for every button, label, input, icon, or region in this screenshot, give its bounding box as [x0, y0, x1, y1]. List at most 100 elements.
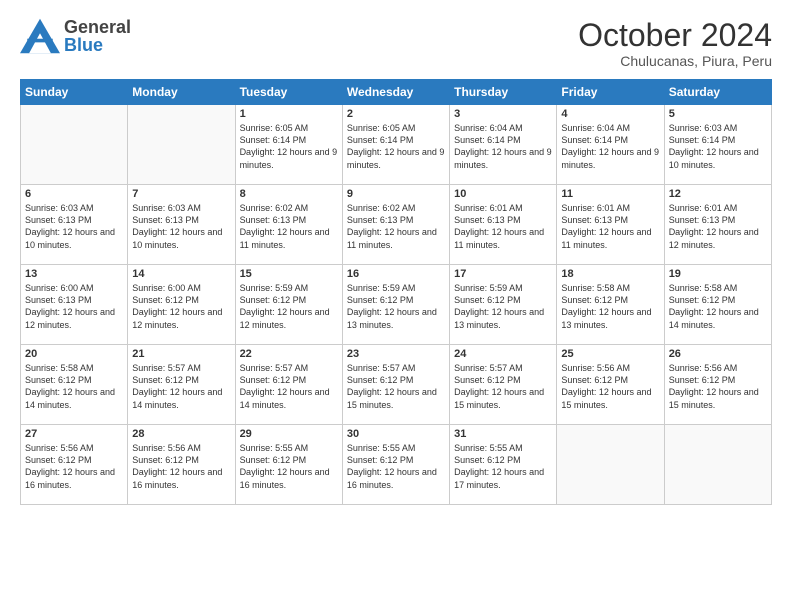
day-number: 12: [669, 188, 767, 200]
day-number: 31: [454, 428, 552, 440]
day-number: 9: [347, 188, 445, 200]
day-number: 15: [240, 268, 338, 280]
calendar-cell: 20 Sunrise: 5:58 AM Sunset: 6:12 PM Dayli…: [21, 345, 128, 425]
day-number: 10: [454, 188, 552, 200]
day-info: Sunrise: 6:02 AM Sunset: 6:13 PM Dayligh…: [240, 202, 338, 251]
day-info: Sunrise: 5:56 AM Sunset: 6:12 PM Dayligh…: [561, 362, 659, 411]
day-info: Sunrise: 6:02 AM Sunset: 6:13 PM Dayligh…: [347, 202, 445, 251]
calendar-cell: 24Sunrise: 5:57 AM Sunset: 6:12 PM Dayli…: [450, 345, 557, 425]
calendar-cell: 8 Sunrise: 6:02 AM Sunset: 6:13 PM Daylig…: [235, 185, 342, 265]
day-number: 23: [347, 348, 445, 360]
calendar-table: SundayMondayTuesdayWednesdayThursdayFrid…: [20, 79, 772, 505]
calendar-cell: 14 Sunrise: 6:00 AM Sunset: 6:12 PM Dayli…: [128, 265, 235, 345]
day-number: 29: [240, 428, 338, 440]
day-number: 5: [669, 108, 767, 120]
calendar-cell: 2 Sunrise: 6:05 AM Sunset: 6:14 PM Daylig…: [342, 105, 449, 185]
day-number: 13: [25, 268, 123, 280]
day-number: 11: [561, 188, 659, 200]
calendar-week-1: 1 Sunrise: 6:05 AM Sunset: 6:14 PM Daylig…: [21, 105, 772, 185]
day-number: 28: [132, 428, 230, 440]
day-header-sunday: Sunday: [21, 80, 128, 105]
day-info: Sunrise: 6:05 AM Sunset: 6:14 PM Dayligh…: [240, 122, 338, 171]
day-info: Sunrise: 5:57 AM Sunset: 6:12 PM Dayligh…: [240, 362, 338, 411]
logo-icon: [20, 18, 60, 54]
day-number: 2: [347, 108, 445, 120]
calendar-week-3: 13 Sunrise: 6:00 AM Sunset: 6:13 PM Dayli…: [21, 265, 772, 345]
day-info: Sunrise: 5:55 AM Sunset: 6:12 PM Dayligh…: [454, 442, 552, 491]
logo: General Blue: [20, 18, 131, 54]
day-number: 17: [454, 268, 552, 280]
logo-name: General Blue: [64, 18, 131, 54]
calendar-cell: [21, 105, 128, 185]
day-number: 21: [132, 348, 230, 360]
subtitle: Chulucanas, Piura, Peru: [578, 53, 772, 69]
day-info: Sunrise: 5:58 AM Sunset: 6:12 PM Dayligh…: [25, 362, 123, 411]
day-number: 7: [132, 188, 230, 200]
calendar-cell: [128, 105, 235, 185]
calendar-week-4: 20 Sunrise: 5:58 AM Sunset: 6:12 PM Dayli…: [21, 345, 772, 425]
title-area: October 2024 Chulucanas, Piura, Peru: [578, 18, 772, 69]
calendar-cell: 5 Sunrise: 6:03 AM Sunset: 6:14 PM Daylig…: [664, 105, 771, 185]
day-info: Sunrise: 5:57 AM Sunset: 6:12 PM Dayligh…: [132, 362, 230, 411]
day-header-thursday: Thursday: [450, 80, 557, 105]
day-info: Sunrise: 6:04 AM Sunset: 6:14 PM Dayligh…: [561, 122, 659, 171]
page: General Blue October 2024 Chulucanas, Pi…: [0, 0, 792, 612]
calendar-week-5: 27 Sunrise: 5:56 AM Sunset: 6:12 PM Dayli…: [21, 425, 772, 505]
day-info: Sunrise: 6:03 AM Sunset: 6:14 PM Dayligh…: [669, 122, 767, 171]
day-info: Sunrise: 6:03 AM Sunset: 6:13 PM Dayligh…: [25, 202, 123, 251]
day-info: Sunrise: 5:59 AM Sunset: 6:12 PM Dayligh…: [347, 282, 445, 331]
logo-general-text: General: [64, 18, 131, 36]
day-info: Sunrise: 5:55 AM Sunset: 6:12 PM Dayligh…: [240, 442, 338, 491]
calendar-cell: 29 Sunrise: 5:55 AM Sunset: 6:12 PM Dayli…: [235, 425, 342, 505]
calendar-cell: 31 Sunrise: 5:55 AM Sunset: 6:12 PM Dayli…: [450, 425, 557, 505]
day-header-saturday: Saturday: [664, 80, 771, 105]
day-number: 20: [25, 348, 123, 360]
calendar-cell: 18 Sunrise: 5:58 AM Sunset: 6:12 PM Dayli…: [557, 265, 664, 345]
day-info: Sunrise: 6:01 AM Sunset: 6:13 PM Dayligh…: [561, 202, 659, 251]
logo-blue-text: Blue: [64, 36, 131, 54]
day-number: 25: [561, 348, 659, 360]
day-info: Sunrise: 6:00 AM Sunset: 6:12 PM Dayligh…: [132, 282, 230, 331]
calendar-cell: 19Sunrise: 5:58 AM Sunset: 6:12 PM Dayli…: [664, 265, 771, 345]
day-number: 1: [240, 108, 338, 120]
day-number: 8: [240, 188, 338, 200]
day-info: Sunrise: 5:57 AM Sunset: 6:12 PM Dayligh…: [347, 362, 445, 411]
calendar-cell: 15 Sunrise: 5:59 AM Sunset: 6:12 PM Dayli…: [235, 265, 342, 345]
day-info: Sunrise: 5:56 AM Sunset: 6:12 PM Dayligh…: [132, 442, 230, 491]
day-info: Sunrise: 5:58 AM Sunset: 6:12 PM Dayligh…: [669, 282, 767, 331]
day-info: Sunrise: 5:57 AM Sunset: 6:12 PM Dayligh…: [454, 362, 552, 411]
calendar-header-row: SundayMondayTuesdayWednesdayThursdayFrid…: [21, 80, 772, 105]
calendar-cell: 23 Sunrise: 5:57 AM Sunset: 6:12 PM Dayli…: [342, 345, 449, 425]
day-info: Sunrise: 5:56 AM Sunset: 6:12 PM Dayligh…: [669, 362, 767, 411]
day-info: Sunrise: 6:04 AM Sunset: 6:14 PM Dayligh…: [454, 122, 552, 171]
day-info: Sunrise: 5:58 AM Sunset: 6:12 PM Dayligh…: [561, 282, 659, 331]
calendar-cell: 12Sunrise: 6:01 AM Sunset: 6:13 PM Dayli…: [664, 185, 771, 265]
day-number: 18: [561, 268, 659, 280]
calendar-cell: [557, 425, 664, 505]
day-number: 14: [132, 268, 230, 280]
day-info: Sunrise: 5:56 AM Sunset: 6:12 PM Dayligh…: [25, 442, 123, 491]
day-number: 27: [25, 428, 123, 440]
calendar-cell: 25 Sunrise: 5:56 AM Sunset: 6:12 PM Dayli…: [557, 345, 664, 425]
day-info: Sunrise: 6:00 AM Sunset: 6:13 PM Dayligh…: [25, 282, 123, 331]
calendar-cell: 10 Sunrise: 6:01 AM Sunset: 6:13 PM Dayli…: [450, 185, 557, 265]
day-info: Sunrise: 5:59 AM Sunset: 6:12 PM Dayligh…: [240, 282, 338, 331]
day-number: 4: [561, 108, 659, 120]
month-title: October 2024: [578, 18, 772, 53]
calendar-cell: 9 Sunrise: 6:02 AM Sunset: 6:13 PM Daylig…: [342, 185, 449, 265]
calendar-cell: 4 Sunrise: 6:04 AM Sunset: 6:14 PM Daylig…: [557, 105, 664, 185]
calendar-cell: 1 Sunrise: 6:05 AM Sunset: 6:14 PM Daylig…: [235, 105, 342, 185]
day-info: Sunrise: 6:05 AM Sunset: 6:14 PM Dayligh…: [347, 122, 445, 171]
calendar-cell: 7Sunrise: 6:03 AM Sunset: 6:13 PM Daylig…: [128, 185, 235, 265]
calendar-cell: 30Sunrise: 5:55 AM Sunset: 6:12 PM Dayli…: [342, 425, 449, 505]
day-info: Sunrise: 5:55 AM Sunset: 6:12 PM Dayligh…: [347, 442, 445, 491]
day-info: Sunrise: 6:01 AM Sunset: 6:13 PM Dayligh…: [454, 202, 552, 251]
calendar-cell: 3Sunrise: 6:04 AM Sunset: 6:14 PM Daylig…: [450, 105, 557, 185]
calendar-cell: 21 Sunrise: 5:57 AM Sunset: 6:12 PM Dayli…: [128, 345, 235, 425]
calendar-cell: 16 Sunrise: 5:59 AM Sunset: 6:12 PM Dayli…: [342, 265, 449, 345]
day-number: 26: [669, 348, 767, 360]
day-number: 22: [240, 348, 338, 360]
day-number: 16: [347, 268, 445, 280]
calendar-cell: 13 Sunrise: 6:00 AM Sunset: 6:13 PM Dayli…: [21, 265, 128, 345]
calendar-cell: 17Sunrise: 5:59 AM Sunset: 6:12 PM Dayli…: [450, 265, 557, 345]
